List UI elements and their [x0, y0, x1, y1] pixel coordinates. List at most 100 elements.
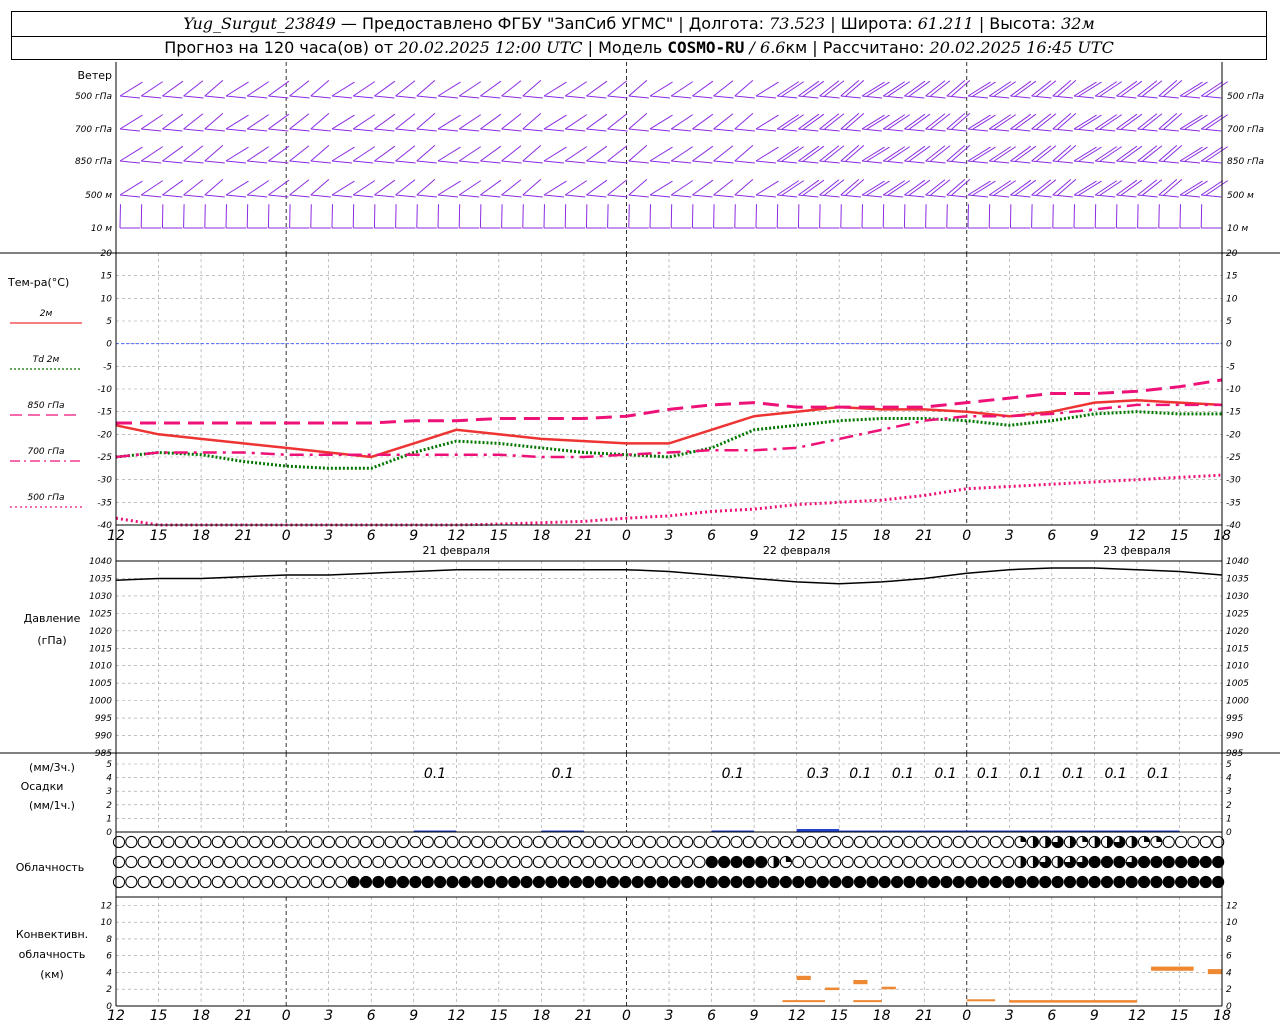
wind-barb-shaft [162, 128, 183, 132]
cloud-cover-fill [965, 876, 977, 888]
temp-tick-left: 10 [101, 294, 113, 304]
time-tick-label-bottom: 3 [1005, 1008, 1014, 1024]
cloud-cover-circle [211, 855, 224, 869]
cloud-cover-circle [866, 855, 879, 869]
pres-tick-left: 1020 [89, 627, 112, 637]
wind-barb-shaft [480, 128, 501, 132]
cloud-cover-circle [878, 835, 891, 849]
cloud-cover-circle [162, 835, 175, 849]
wind-barb-flag [501, 179, 522, 196]
wind-barb-flag [1036, 80, 1057, 97]
precip-amount-label: 0.1 [1062, 766, 1084, 782]
wind-barb-shaft [607, 128, 628, 132]
wind-barb-shaft [586, 95, 607, 99]
temp-tick-right: 5 [1226, 317, 1232, 327]
wind-barb-flag [1073, 146, 1097, 162]
wind-barb-flag [225, 146, 249, 162]
wind-barb-shaft [777, 194, 798, 198]
temp-tick-left: 0 [106, 340, 112, 350]
cloud-cover-circle [261, 875, 274, 889]
time-tick-label-bottom: 18 [873, 1008, 891, 1024]
cloud-cover-circle [569, 835, 583, 849]
wind-barb-flag [713, 80, 734, 97]
cloud-cover-circle [310, 835, 323, 849]
wind-barb-flag [140, 146, 164, 162]
wind-barb-flag [887, 114, 911, 130]
cloud-title: Облачность [16, 861, 85, 874]
wind-barb-shaft [119, 95, 141, 99]
wind-barb-shaft [331, 160, 353, 164]
cloud-cover-fill [434, 876, 446, 888]
wind-barb-flag [1179, 146, 1203, 162]
cloud-cover-circle [631, 835, 644, 849]
cloud-cover-circle [890, 835, 904, 849]
cloud-cover-circle [1002, 835, 1015, 849]
temp-legend-label: 850 гПа [27, 401, 64, 411]
time-tick-label: 12 [107, 528, 125, 544]
time-tick-label-bottom: 3 [665, 1008, 674, 1024]
wind-barb-shaft [989, 194, 1010, 198]
time-tick-label: 6 [367, 528, 376, 544]
temp-tick-right: 15 [1226, 272, 1238, 282]
wind-barb-flag [755, 146, 779, 162]
wind-barb-shaft [416, 160, 437, 164]
precip-amount-label: 0.1 [1019, 766, 1041, 782]
wind-barb-shaft [204, 128, 225, 132]
wind-barb-flag [946, 113, 966, 130]
cloud-cover-circle [557, 855, 570, 869]
cloud-cover-fill [792, 876, 804, 888]
pres-tick-right: 1015 [1226, 644, 1249, 654]
wind-barb-flag [845, 145, 865, 162]
wind-barb-shaft [289, 194, 310, 198]
wind-barb-flag [543, 180, 567, 196]
wind-barb-shaft [989, 160, 1010, 164]
time-tick-label-bottom: 3 [324, 1008, 333, 1024]
wind-barb-flag [993, 180, 1017, 196]
cloud-cover-fill [520, 876, 533, 888]
wind-level-label-right: 500 м [1227, 191, 1254, 201]
wind-barb-flag [776, 114, 800, 130]
wind-barb-flag [925, 113, 946, 130]
wind-barb-flag [1057, 145, 1077, 162]
wind-barb-flag [204, 113, 224, 130]
time-tick-label: 9 [1090, 528, 1099, 544]
cloud-cover-circle [668, 835, 681, 849]
wind-barb-flag [331, 180, 355, 196]
cloud-cover-circle [582, 835, 595, 849]
wind-barb-flag [824, 145, 845, 162]
wind-barb-flag [522, 113, 542, 130]
time-tick-label-bottom: 12 [107, 1008, 125, 1024]
wind-barb-flag [1179, 81, 1203, 97]
wind-barb-flag [967, 180, 991, 196]
time-tick-label-bottom: 15 [830, 1008, 848, 1024]
pres-tick-right: 1000 [1226, 697, 1249, 707]
cloud-cover-circle [619, 835, 632, 849]
wind-barb-shaft [247, 194, 268, 198]
cloud-cover-fill [483, 876, 496, 888]
wind-barb-shaft [861, 95, 883, 99]
wind-barb-flag [1205, 81, 1229, 97]
wind-barb-shaft [268, 160, 289, 164]
wind-barb-shaft [798, 160, 819, 164]
cloud-cover-circle [261, 835, 274, 849]
cloud-cover-fill [1200, 876, 1212, 888]
wind-barb-flag [374, 179, 396, 196]
cloud-cover-circle [421, 855, 434, 869]
time-tick-label-bottom: 21 [235, 1008, 253, 1024]
wind-barb-flag [840, 145, 860, 162]
cloud-cover-circle [434, 855, 447, 869]
wind-barb-flag [352, 180, 376, 196]
wind-barb-flag [183, 80, 204, 97]
cloud-cover-fill [1089, 876, 1101, 888]
wind-barb-shaft [1095, 128, 1116, 132]
conv-tick-right: 2 [1226, 985, 1232, 995]
cloud-cover-fill [1163, 856, 1175, 868]
wind-barb-shaft [310, 95, 331, 99]
cloud-cover-circle [1187, 835, 1200, 849]
date-label: 23 февраля [1103, 544, 1171, 557]
cloud-cover-circle [322, 855, 336, 869]
cloud-cover-fill [681, 876, 693, 888]
cloud-cover-circle [285, 835, 298, 849]
cloud-cover-circle [693, 855, 706, 869]
cloud-cover-fill [916, 876, 928, 888]
